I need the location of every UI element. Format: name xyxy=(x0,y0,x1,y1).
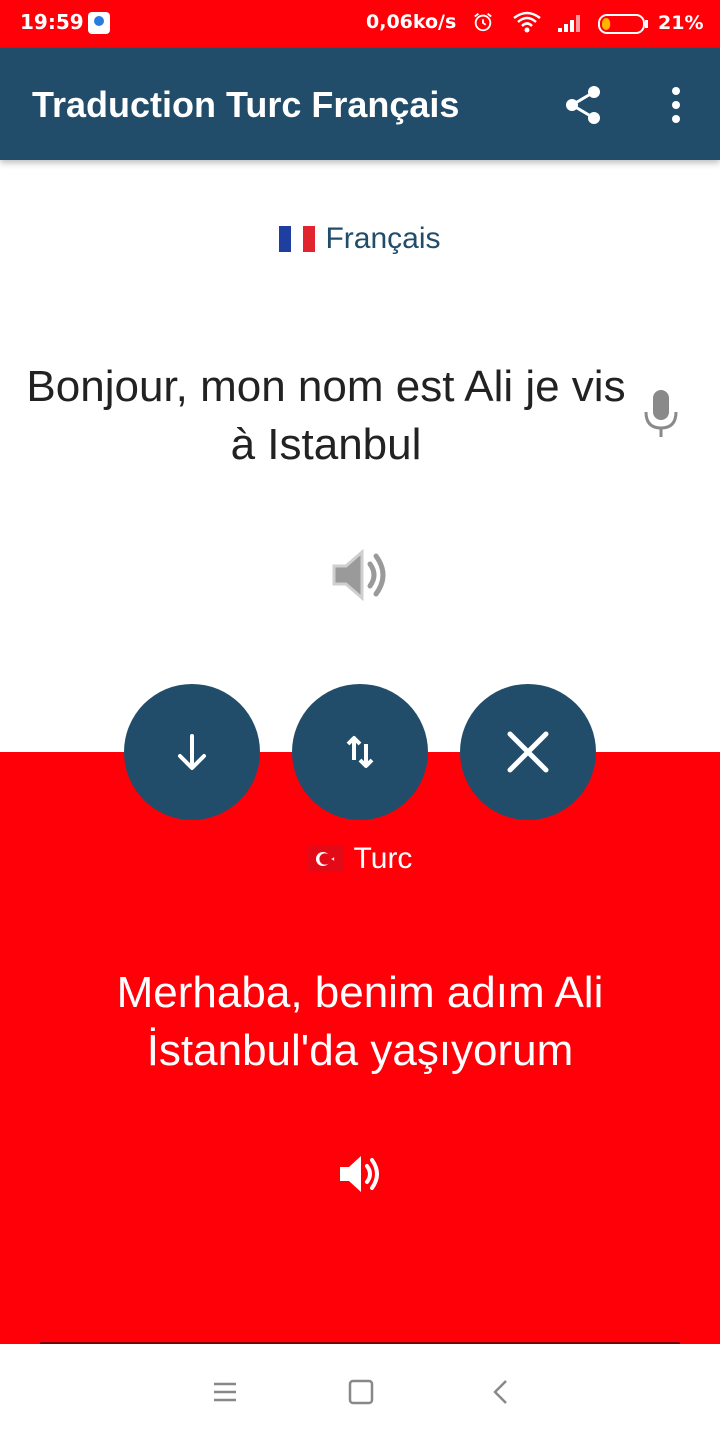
network-speed: 0,06ko/s xyxy=(366,11,457,33)
target-language-label: Turc xyxy=(353,842,413,875)
battery-percent: 21% xyxy=(658,12,704,34)
turkey-flag-icon xyxy=(307,846,344,872)
arrow-down-icon xyxy=(178,734,206,770)
more-vert-icon[interactable] xyxy=(656,82,696,128)
app-title: Traduction Turc Français xyxy=(32,84,460,125)
source-speaker-icon[interactable] xyxy=(328,544,392,606)
target-language-selector[interactable]: Turc xyxy=(0,842,720,890)
clear-button[interactable] xyxy=(460,684,596,820)
source-language-selector[interactable]: Français xyxy=(0,222,720,270)
source-language-label: Français xyxy=(325,222,441,255)
app-bar: Traduction Turc Français xyxy=(0,48,720,160)
signal-icon xyxy=(558,15,580,32)
translate-button[interactable] xyxy=(124,684,260,820)
status-time: 19:59 xyxy=(20,10,84,34)
swap-vertical-icon xyxy=(346,736,374,768)
source-text-input[interactable]: Bonjour, mon nom est Ali je vis à Istanb… xyxy=(20,358,632,474)
back-icon[interactable] xyxy=(486,1376,516,1408)
close-icon xyxy=(507,731,549,773)
france-flag-icon xyxy=(279,226,316,252)
share-icon[interactable] xyxy=(560,82,606,128)
wifi-icon xyxy=(513,11,541,33)
target-speaker-icon[interactable] xyxy=(336,1150,384,1198)
translated-text: Merhaba, benim adım Ali İstanbul'da yaşı… xyxy=(116,968,604,1075)
swap-languages-button[interactable] xyxy=(292,684,428,820)
menu-icon[interactable] xyxy=(208,1376,242,1408)
microphone-icon[interactable] xyxy=(640,388,682,440)
battery-icon xyxy=(598,14,648,34)
status-bar: 19:59 0,06ko/s 21% xyxy=(0,0,720,48)
home-icon[interactable] xyxy=(344,1376,378,1408)
alarm-icon xyxy=(474,13,492,32)
app-notification-icon xyxy=(88,12,110,34)
